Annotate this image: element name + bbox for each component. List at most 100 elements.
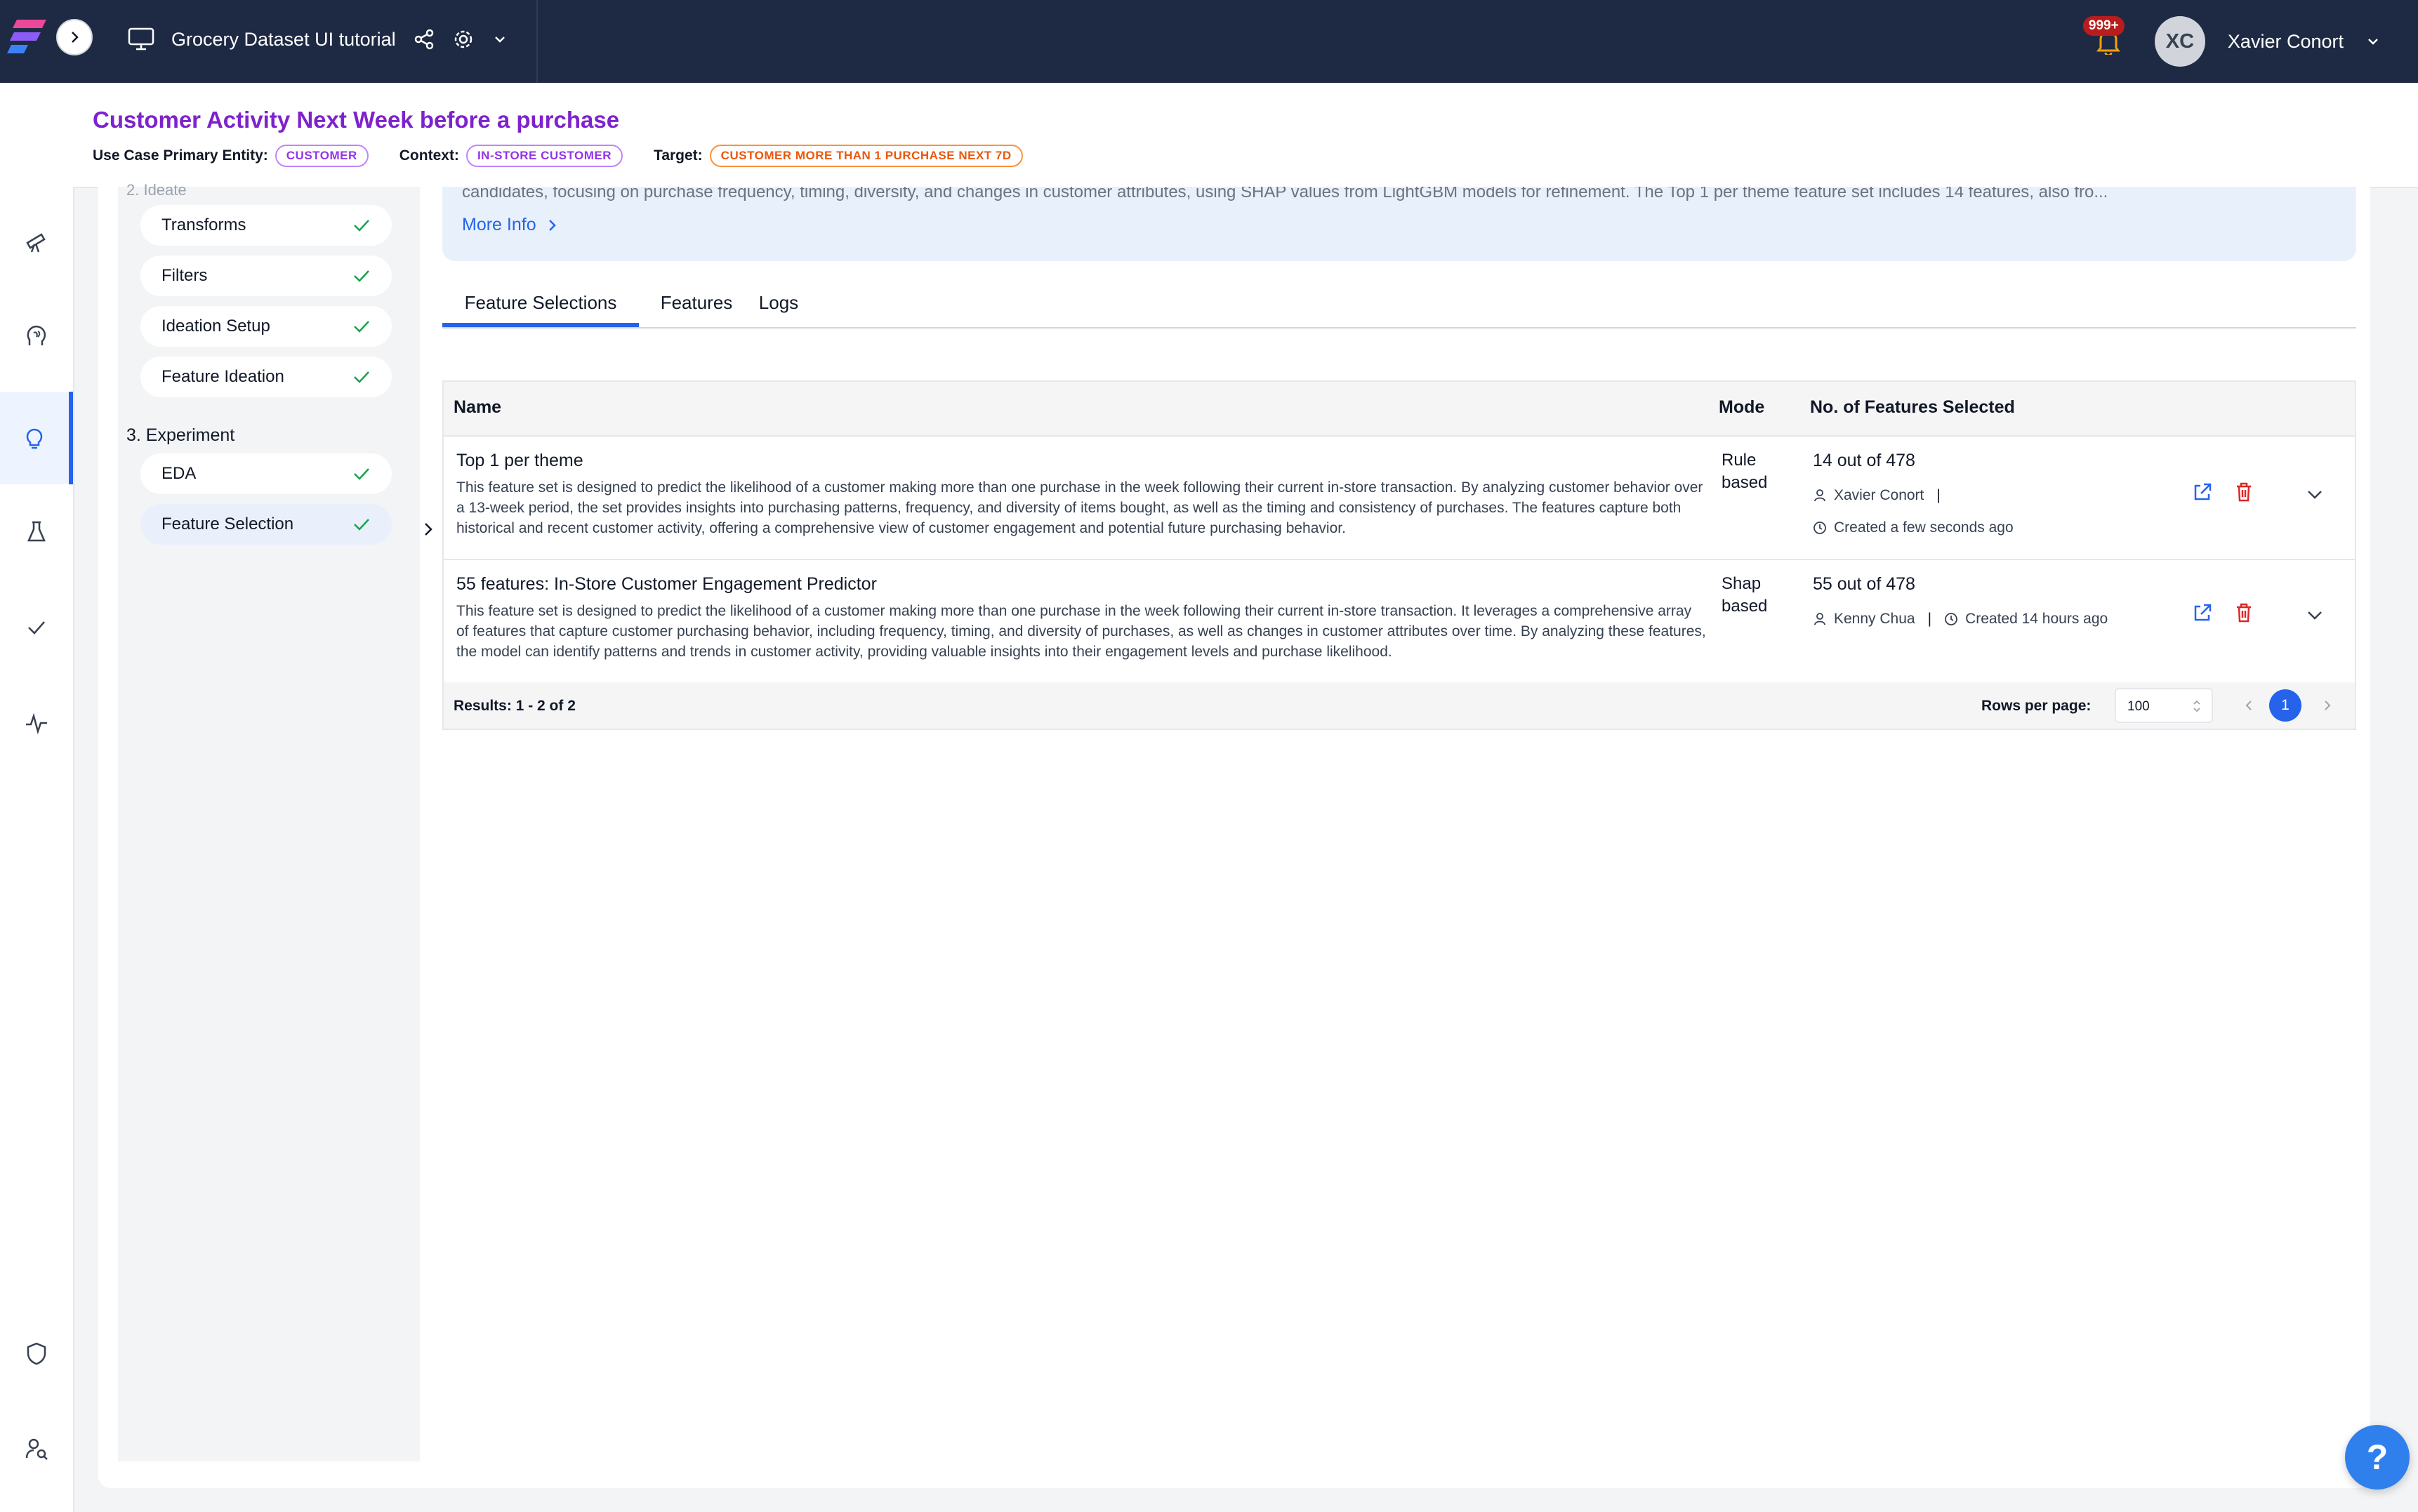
help-button[interactable]: ? <box>2345 1425 2410 1490</box>
rows-per-page-select[interactable]: 100 <box>2115 688 2213 723</box>
avatar[interactable]: XC <box>2154 16 2205 67</box>
gear-icon[interactable] <box>452 28 475 51</box>
author-info: Xavier Conort | <box>1813 487 1946 504</box>
feature-selections-table: Name Mode No. of Features Selected Top 1… <box>442 380 2356 730</box>
sidebar-item-overview[interactable] <box>0 195 73 288</box>
more-info-label: More Info <box>462 215 536 234</box>
pulse-icon <box>26 712 47 735</box>
author-name: Xavier Conort <box>1834 487 1924 503</box>
tab-feature-selections[interactable]: Feature Selections <box>442 292 639 327</box>
more-info-link[interactable]: More Info <box>462 215 559 235</box>
row-actions <box>2192 482 2254 503</box>
target-badge[interactable]: CUSTOMER MORE THAN 1 PURCHASE NEXT 7D <box>709 145 1023 167</box>
step-label: Ideation Setup <box>161 317 270 336</box>
check-icon <box>354 468 369 480</box>
sidebar-expand-button[interactable] <box>56 19 93 55</box>
column-header-name[interactable]: Name <box>454 397 501 418</box>
meta-separator: | <box>1936 487 1941 503</box>
check-icon <box>354 270 369 282</box>
use-case-meta: Use Case Primary Entity: CUSTOMER Contex… <box>93 145 1023 167</box>
info-description: candidates, focusing on purchase frequen… <box>462 187 2108 201</box>
lightbulb-icon <box>26 428 43 449</box>
clock-icon <box>1814 522 1826 534</box>
table-row[interactable]: 55 features: In-Store Customer Engagemen… <box>444 559 2355 684</box>
feature-count: 14 out of 478 <box>1813 451 1915 470</box>
current-step-chevron-icon <box>425 523 432 536</box>
sidebar-item-experiment[interactable] <box>0 486 73 578</box>
user-icon <box>1814 613 1825 625</box>
row-actions <box>2192 602 2254 623</box>
delete-icon[interactable] <box>2234 482 2254 503</box>
entity-badge[interactable]: CUSTOMER <box>275 145 369 167</box>
step-ideation-setup[interactable]: Ideation Setup <box>140 306 392 347</box>
chevron-right-icon <box>548 219 556 231</box>
next-page-icon[interactable] <box>2320 695 2335 716</box>
feature-set-description: This feature set is designed to predict … <box>456 479 1703 536</box>
sidebar-item-monitor[interactable] <box>0 677 73 769</box>
feature-set-name[interactable]: 55 features: In-Store Customer Engagemen… <box>456 574 877 595</box>
check-icon <box>354 371 369 383</box>
content-card: 2. Ideate Transforms Filters Ideation Se… <box>98 181 2370 1488</box>
project-selector[interactable]: Grocery Dataset UI tutorial <box>128 21 508 58</box>
step-transforms[interactable]: Transforms <box>140 205 392 246</box>
clock-icon <box>1945 613 1957 625</box>
feature-set-name[interactable]: Top 1 per theme <box>456 451 583 471</box>
sidebar-item-ideate[interactable] <box>0 392 73 484</box>
shield-icon <box>27 1342 46 1365</box>
results-count: Results: 1 - 2 of 2 <box>454 698 576 714</box>
sidebar-item-knowledge[interactable] <box>0 291 73 383</box>
check-icon <box>354 519 369 531</box>
step-group-ideate: 2. Ideate <box>126 181 187 199</box>
open-external-icon[interactable] <box>2192 482 2213 503</box>
column-header-mode[interactable]: Mode <box>1719 397 1764 418</box>
chevron-down-icon[interactable] <box>491 31 508 48</box>
target-label: Target: <box>654 147 703 164</box>
author-name: Kenny Chua <box>1834 611 1915 627</box>
step-filters[interactable]: Filters <box>140 256 392 296</box>
monitor-icon <box>128 27 154 51</box>
feature-set-mode: Shap based <box>1722 574 1768 616</box>
previous-page-icon[interactable] <box>2241 695 2257 716</box>
use-case-title[interactable]: Customer Activity Next Week before a pur… <box>93 107 619 133</box>
table-row[interactable]: Top 1 per theme This feature set is desi… <box>444 435 2355 560</box>
user-name[interactable]: Xavier Conort <box>2228 31 2344 53</box>
info-box: candidates, focusing on purchase frequen… <box>442 187 2356 261</box>
expand-row-chevron-icon[interactable] <box>2304 484 2325 505</box>
step-eda[interactable]: EDA <box>140 453 392 494</box>
step-label: EDA <box>161 464 197 483</box>
tabs-bar: Feature Selections Features Logs <box>442 292 2356 329</box>
table-footer: Results: 1 - 2 of 2 Rows per page: 100 1 <box>444 682 2355 729</box>
check-icon <box>354 220 369 232</box>
user-menu-chevron-icon[interactable] <box>2365 33 2381 50</box>
rows-per-page-label: Rows per page: <box>1981 698 2092 714</box>
brain-head-icon <box>27 325 46 345</box>
step-label: Feature Ideation <box>161 367 284 386</box>
context-label: Context: <box>399 147 459 164</box>
rows-per-page-value: 100 <box>2127 699 2150 714</box>
column-header-count[interactable]: No. of Features Selected <box>1810 397 2015 418</box>
use-case-header: Customer Activity Next Week before a pur… <box>73 83 2418 188</box>
step-feature-selection[interactable]: Feature Selection <box>140 504 392 545</box>
context-badge[interactable]: IN-STORE CUSTOMER <box>465 145 623 167</box>
step-label: Transforms <box>161 215 246 234</box>
left-sidebar <box>0 83 74 1512</box>
user-icon <box>1814 489 1825 502</box>
open-external-icon[interactable] <box>2192 602 2213 623</box>
sidebar-item-approve[interactable] <box>0 581 73 674</box>
share-icon[interactable] <box>413 28 435 51</box>
sidebar-item-admin[interactable] <box>0 1307 73 1400</box>
flask-icon <box>27 521 46 542</box>
step-feature-ideation[interactable]: Feature Ideation <box>140 357 392 397</box>
tab-features[interactable]: Features <box>654 292 739 327</box>
tab-logs[interactable]: Logs <box>747 292 810 327</box>
topbar-divider <box>536 0 538 83</box>
table-header: Name Mode No. of Features Selected <box>444 382 2355 437</box>
step-group-experiment: 3. Experiment <box>126 425 235 445</box>
expand-row-chevron-icon[interactable] <box>2304 605 2325 626</box>
project-title: Grocery Dataset UI tutorial <box>171 28 396 50</box>
sidebar-item-user-search[interactable] <box>0 1402 73 1495</box>
current-page-button[interactable]: 1 <box>2269 689 2301 722</box>
delete-icon[interactable] <box>2234 602 2254 623</box>
created-info: Created a few seconds ago <box>1813 519 2014 536</box>
notifications-button[interactable]: 999+ <box>2082 16 2129 62</box>
